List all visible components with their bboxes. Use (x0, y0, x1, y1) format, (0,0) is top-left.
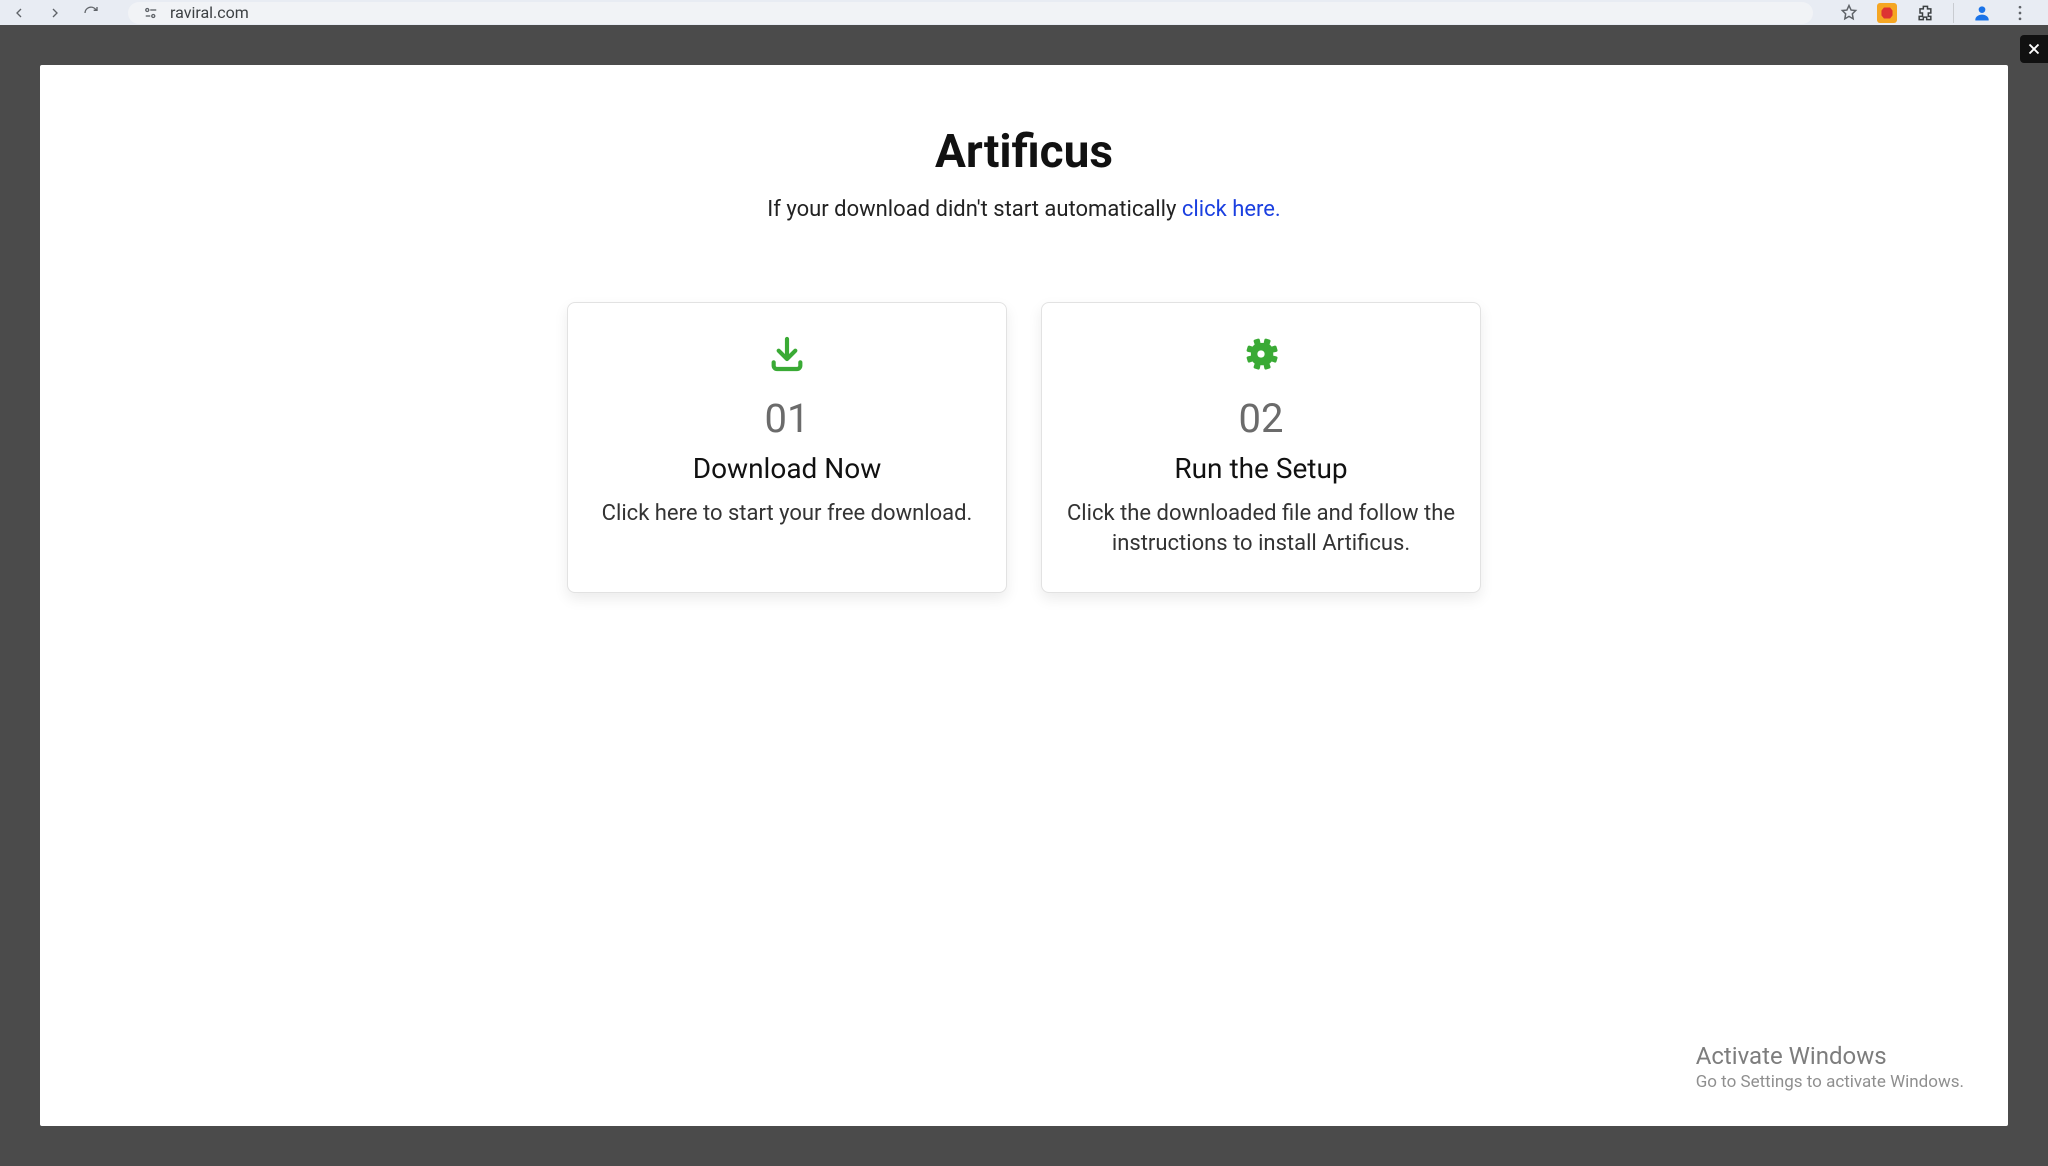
step-description: Click here to start your free download. (592, 499, 982, 529)
address-bar[interactable]: raviral.com (128, 2, 1813, 24)
overlay-frame: Artificus If your download didn't start … (0, 25, 2048, 1166)
watermark-subtitle: Go to Settings to activate Windows. (1696, 1072, 1964, 1092)
step-number-label: 02 (1066, 395, 1456, 442)
address-bar-url: raviral.com (170, 3, 249, 22)
download-icon (592, 331, 982, 377)
step-card-download[interactable]: 01 Download Now Click here to start your… (567, 302, 1007, 593)
click-here-link[interactable]: click here. (1182, 197, 1281, 222)
main-content: Artificus If your download didn't start … (40, 65, 2008, 1126)
page-title: Artificus (40, 125, 2008, 179)
step-title-label: Download Now (592, 452, 982, 485)
browser-toolbar: raviral.com (0, 0, 2048, 25)
toolbar-right-icons (1831, 3, 2038, 23)
step-title-label: Run the Setup (1066, 452, 1456, 485)
toolbar-divider (1953, 3, 1954, 23)
subtitle-text: If your download didn't start automatica… (767, 197, 1182, 222)
forward-icon[interactable] (46, 4, 64, 22)
extensions-puzzle-icon[interactable] (1915, 3, 1935, 23)
reload-icon[interactable] (82, 4, 100, 22)
bookmark-star-icon[interactable] (1839, 3, 1859, 23)
gear-icon (1066, 331, 1456, 377)
steps-row: 01 Download Now Click here to start your… (40, 302, 2008, 593)
step-card-setup: 02 Run the Setup Click the downloaded fi… (1041, 302, 1481, 593)
profile-avatar-icon[interactable] (1972, 3, 1992, 23)
close-overlay-button[interactable] (2020, 35, 2048, 63)
step-description: Click the downloaded file and follow the… (1066, 499, 1456, 558)
windows-activation-watermark: Activate Windows Go to Settings to activ… (1696, 1042, 1964, 1092)
watermark-title: Activate Windows (1696, 1042, 1964, 1070)
navigation-controls (10, 4, 100, 22)
download-subtitle: If your download didn't start automatica… (40, 197, 2008, 222)
kebab-menu-icon[interactable] (2010, 3, 2030, 23)
site-settings-icon[interactable] (142, 4, 160, 22)
back-icon[interactable] (10, 4, 28, 22)
extension-adblock-icon[interactable] (1877, 3, 1897, 23)
step-number-label: 01 (592, 395, 982, 442)
